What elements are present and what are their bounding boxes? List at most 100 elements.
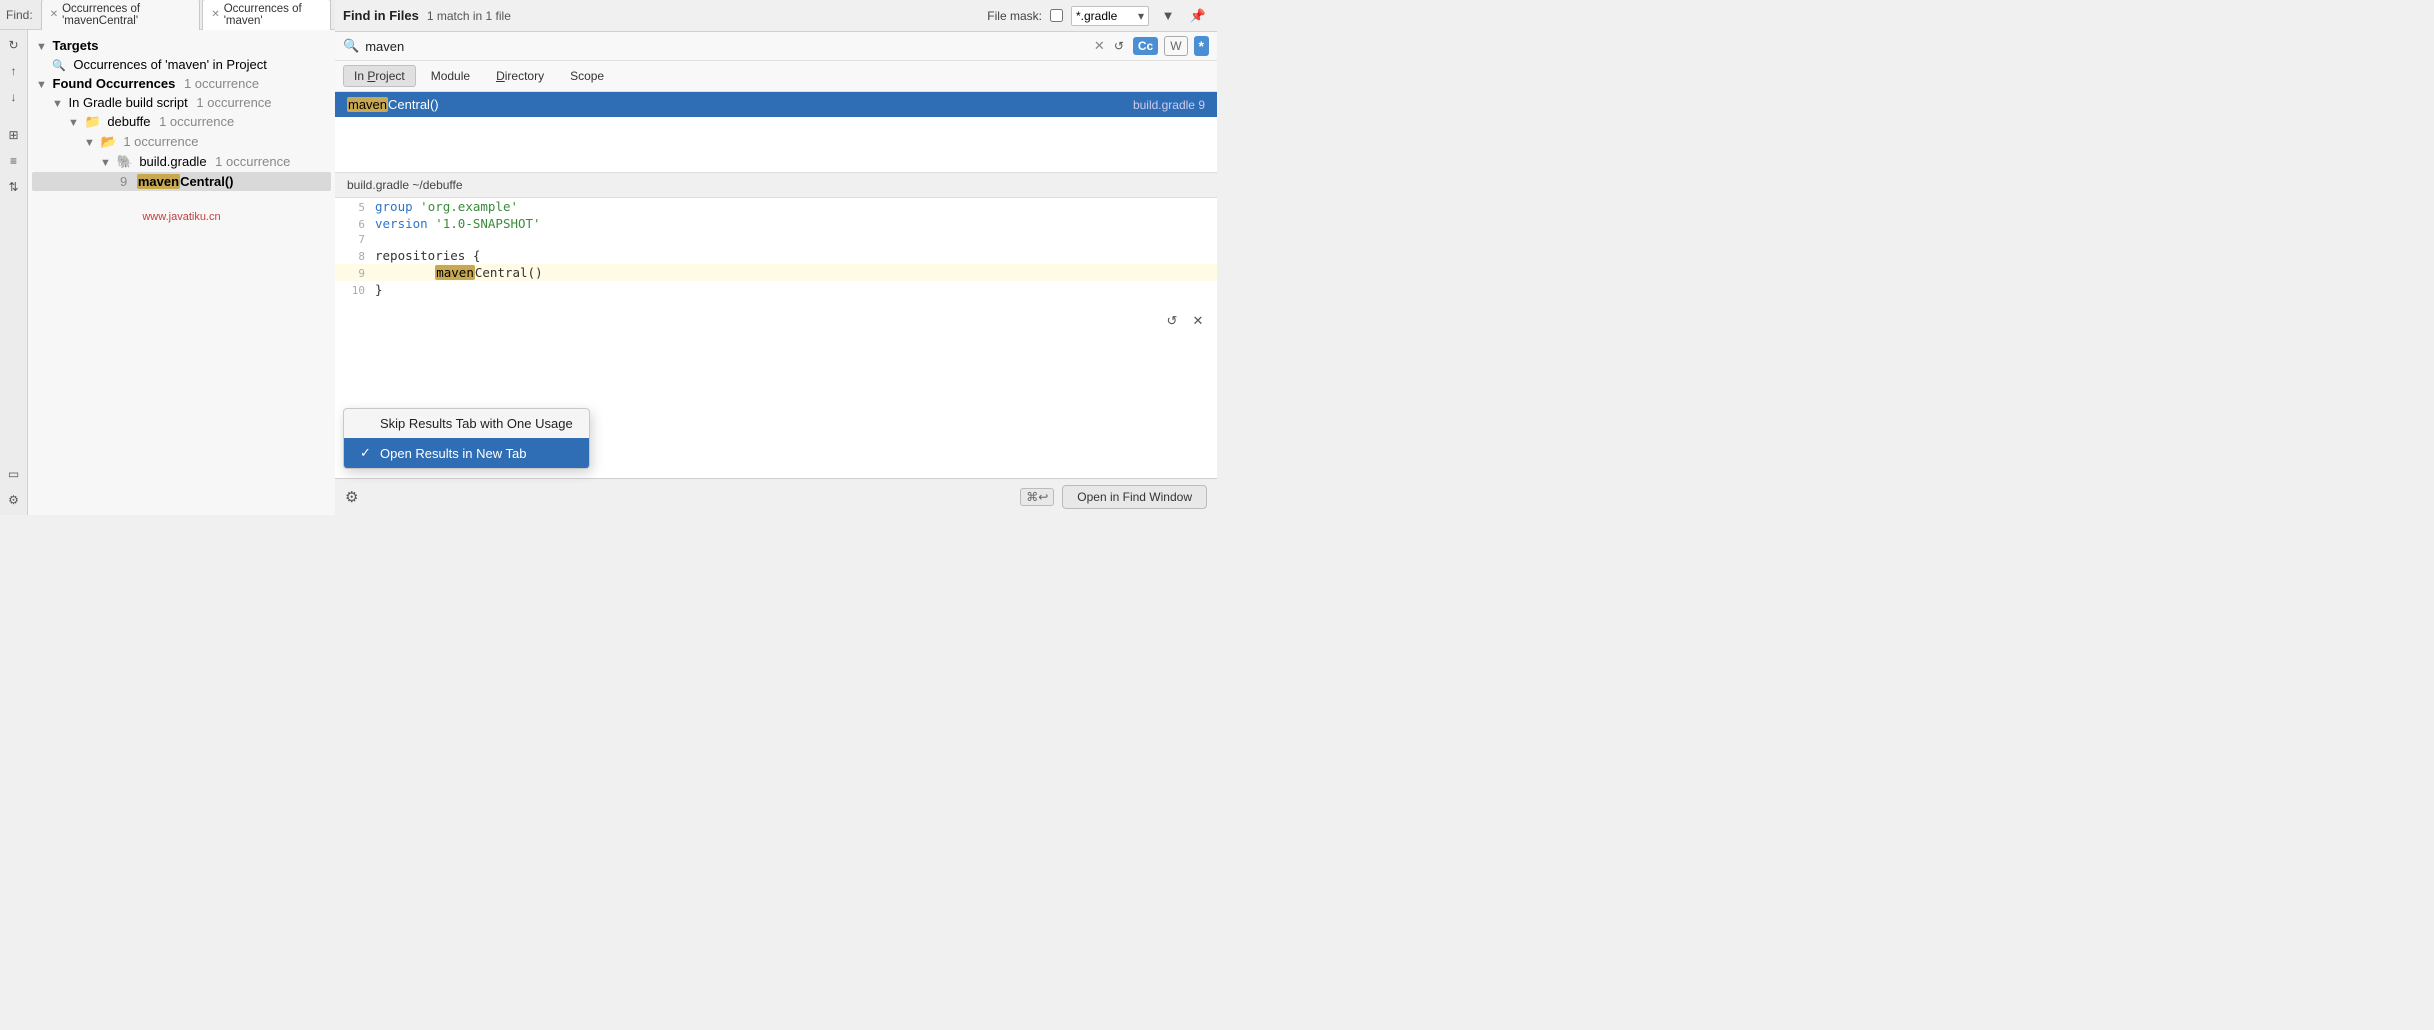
filter-button[interactable]: ▼: [1157, 5, 1179, 27]
results-list: mavenCentral() build.gradle 9: [335, 92, 1217, 172]
code-line-8: 8 repositories {: [335, 247, 1217, 264]
menu-item-skip-results[interactable]: Skip Results Tab with One Usage: [344, 409, 589, 438]
code-line-6: 6 version '1.0-SNAPSHOT': [335, 215, 1217, 232]
tab1-close-icon[interactable]: ✕: [50, 9, 58, 20]
tree-line-9[interactable]: 9 mavenCentral(): [32, 172, 331, 191]
maven-code-highlight: maven: [435, 265, 475, 280]
result-central-text: Central(): [388, 97, 439, 112]
code-preview-header: build.gradle ~/debuffe: [335, 172, 1217, 198]
scope-tab-module[interactable]: Module: [420, 65, 481, 87]
left-toolbar: ↻ ↑ ↓ ⊞ ≡ ⇅ ▭ ⚙: [0, 30, 28, 515]
code-content-5: group 'org.example': [375, 199, 1217, 214]
build-gradle-toggle[interactable]: ▼: [100, 157, 111, 169]
search-clear-button[interactable]: ✕: [1094, 38, 1105, 54]
regex-button[interactable]: *: [1194, 36, 1209, 56]
find-header: Find in Files 1 match in 1 file File mas…: [335, 0, 1217, 32]
expand-down-button[interactable]: ↓: [3, 86, 25, 108]
pin-button[interactable]: 📌: [1187, 5, 1209, 27]
search-bar: 🔍 ✕ ↺ Cc W *: [335, 32, 1217, 61]
line-num-8: 8: [335, 250, 375, 263]
skip-results-label: Skip Results Tab with One Usage: [380, 416, 573, 431]
tree-debuffe[interactable]: ▼ 📁 debuffe 1 occurrence: [32, 112, 331, 132]
bottom-bar: ⚙ ⌘↩ Open in Find Window: [335, 478, 1217, 515]
gradle-file-icon: 🐘: [117, 154, 133, 169]
find-in-files-title: Find in Files: [343, 8, 419, 23]
found-count: 1 occurrence: [184, 76, 259, 91]
directory-label: Directory: [496, 69, 544, 83]
scope-tab-scope[interactable]: Scope: [559, 65, 615, 87]
case-sensitive-button[interactable]: Cc: [1133, 37, 1158, 55]
build-gradle-label: build.gradle: [139, 154, 206, 169]
folder-icon: 📁: [85, 114, 101, 129]
result-maven-highlight: maven: [347, 97, 388, 112]
line-num-9: 9: [335, 267, 375, 280]
tree-targets[interactable]: ▼ Targets: [32, 36, 331, 55]
result-item-maven-central[interactable]: mavenCentral() build.gradle 9: [335, 92, 1217, 117]
file-mask-label: File mask:: [987, 9, 1042, 23]
debuffe-toggle[interactable]: ▼: [68, 117, 79, 129]
search-rerun-button[interactable]: ↺: [1111, 37, 1127, 55]
gear-settings-button[interactable]: ⚙: [345, 488, 358, 506]
refresh-button[interactable]: ↻: [3, 34, 25, 56]
search-input[interactable]: [365, 39, 1088, 54]
line-number: 9: [120, 174, 127, 189]
scope-tabs: In Project Module Directory Scope: [335, 61, 1217, 92]
search-tree-icon: 🔍: [52, 60, 66, 72]
debuffe-count: 1 occurrence: [159, 114, 234, 129]
file-mask-input-wrap: *.gradle ▾: [1071, 6, 1149, 26]
tree-found-occurrences[interactable]: ▼ Found Occurrences 1 occurrence: [32, 74, 331, 93]
line-num-10: 10: [335, 284, 375, 297]
tree-occurrences-project[interactable]: 🔍 Occurrences of 'maven' in Project: [32, 55, 331, 74]
file-mask-checkbox[interactable]: [1050, 9, 1063, 22]
maven-highlight: maven: [137, 174, 180, 189]
folder-count: 1 occurrence: [123, 134, 198, 149]
in-project-label: In Project: [354, 69, 405, 83]
scope-tab-directory[interactable]: Directory: [485, 65, 555, 87]
menu-item-open-results[interactable]: ✓ Open Results in New Tab: [344, 438, 589, 468]
code-preview-actions: ↺ ✕: [1161, 310, 1209, 332]
shortcut-label: ⌘↩: [1020, 488, 1054, 506]
result-file: build.gradle 9: [1133, 98, 1205, 112]
panel-toggle-button[interactable]: ▭: [3, 463, 25, 485]
file-mask-value[interactable]: *.gradle: [1076, 9, 1136, 23]
scope-tab-in-project[interactable]: In Project: [343, 65, 416, 87]
whole-word-button[interactable]: W: [1164, 36, 1187, 56]
tree-folder-occurrence[interactable]: ▼ 📂 1 occurrence: [32, 132, 331, 152]
tabs-bar: Find: ✕ Occurrences of 'mavenCentral' ✕ …: [0, 0, 335, 30]
gradle-toggle[interactable]: ▼: [52, 98, 63, 110]
code-line-5: 5 group 'org.example': [335, 198, 1217, 215]
found-toggle[interactable]: ▼: [36, 79, 47, 91]
expand-up-button[interactable]: ↑: [3, 60, 25, 82]
tree-in-gradle[interactable]: ▼ In Gradle build script 1 occurrence: [32, 93, 331, 112]
match-info: 1 match in 1 file: [427, 9, 511, 23]
line-num-7: 7: [335, 233, 375, 246]
tab1-label: Occurrences of 'mavenCentral': [62, 3, 191, 27]
code-line-9: 9 mavenCentral(): [335, 264, 1217, 281]
search-icon: 🔍: [343, 38, 359, 54]
expand-collapse-button[interactable]: ⇅: [3, 176, 25, 198]
line-num-6: 6: [335, 218, 375, 231]
tab2-label: Occurrences of 'maven': [224, 3, 322, 27]
tab2-close-icon[interactable]: ✕: [211, 9, 219, 20]
folder-occ-toggle[interactable]: ▼: [84, 137, 95, 149]
group-button[interactable]: ⊞: [3, 124, 25, 146]
code-content-6: version '1.0-SNAPSHOT': [375, 216, 1217, 231]
debuffe-label: debuffe: [107, 114, 150, 129]
file-mask-dropdown-icon[interactable]: ▾: [1138, 9, 1144, 23]
tree-build-gradle[interactable]: ▼ 🐘 build.gradle 1 occurrence: [32, 152, 331, 172]
code-content-9: mavenCentral(): [375, 265, 1217, 280]
open-in-find-window-button[interactable]: Open in Find Window: [1062, 485, 1207, 509]
build-gradle-count: 1 occurrence: [215, 154, 290, 169]
sort-button[interactable]: ≡: [3, 150, 25, 172]
tab-occurrences-maven-central[interactable]: ✕ Occurrences of 'mavenCentral': [41, 0, 201, 31]
open-results-label: Open Results in New Tab: [380, 446, 526, 461]
targets-toggle[interactable]: ▼: [36, 41, 47, 53]
find-label: Find:: [4, 8, 39, 22]
tab-occurrences-maven[interactable]: ✕ Occurrences of 'maven': [202, 0, 331, 31]
code-content-10: }: [375, 282, 1217, 297]
right-panel: Find in Files 1 match in 1 file File mas…: [335, 0, 1217, 515]
rerun-in-preview-button[interactable]: ↺: [1161, 310, 1183, 332]
close-preview-button[interactable]: ✕: [1187, 310, 1209, 332]
settings-button[interactable]: ⚙: [3, 489, 25, 511]
open-results-check: ✓: [360, 445, 374, 461]
